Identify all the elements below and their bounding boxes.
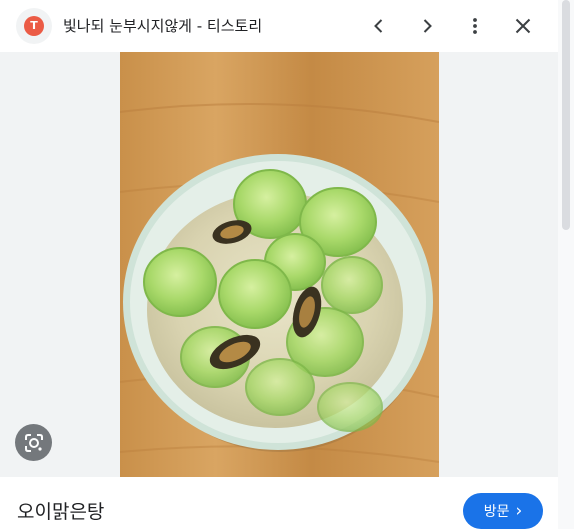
cucumber-soup-photo — [120, 52, 439, 477]
next-button[interactable] — [411, 10, 443, 42]
more-options-button[interactable] — [459, 10, 491, 42]
image-caption[interactable]: 오이맑은탕 — [17, 497, 104, 524]
scrollbar[interactable] — [558, 0, 574, 529]
page-title[interactable]: 빛나되 눈부시지않게 - 티스토리 — [63, 15, 262, 36]
chevron-right-icon: › — [515, 501, 523, 521]
close-icon — [515, 18, 531, 34]
lens-search-button[interactable] — [15, 424, 52, 461]
chevron-left-icon — [374, 19, 383, 33]
visit-button[interactable]: 방문 › — [463, 493, 543, 529]
panel-header: T 빛나되 눈부시지않게 - 티스토리 — [0, 0, 558, 52]
image-preview-area — [0, 52, 558, 477]
site-favicon: T — [16, 8, 52, 44]
close-button[interactable] — [507, 10, 539, 42]
chevron-right-icon — [423, 19, 432, 33]
preview-image[interactable] — [120, 52, 439, 477]
lens-search-icon — [24, 433, 43, 452]
more-vert-icon — [473, 18, 477, 34]
previous-button[interactable] — [363, 10, 395, 42]
tistory-icon: T — [24, 16, 44, 36]
panel-footer: 오이맑은탕 방문 › — [0, 477, 558, 529]
visit-button-label: 방문 — [483, 504, 510, 520]
scrollbar-thumb[interactable] — [562, 0, 570, 230]
